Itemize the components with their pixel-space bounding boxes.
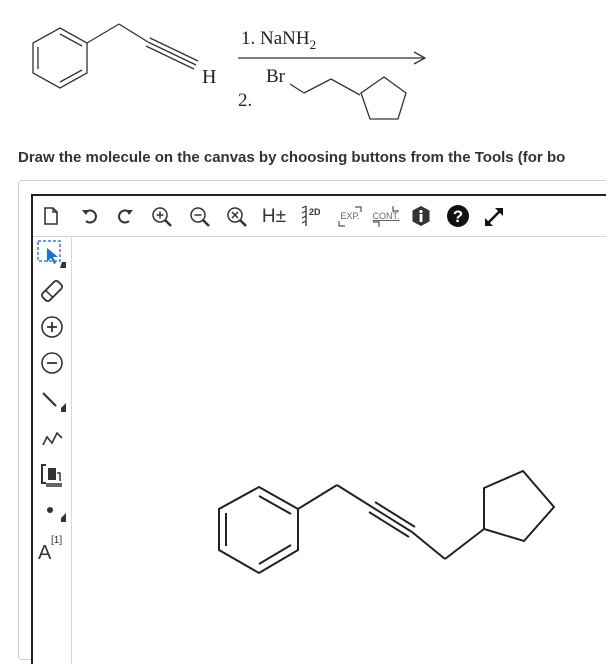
document-icon — [44, 207, 58, 225]
contract-button[interactable]: CONT. — [369, 202, 403, 230]
canvas-benzene-double-bond — [258, 544, 292, 565]
clean-2d-icon: 2D — [301, 205, 321, 226]
contract-label: CONT. — [372, 210, 400, 221]
reagent-cyclopentylethyl-chain — [289, 76, 407, 120]
canvas-single-bond — [336, 484, 373, 508]
radical-dot-icon — [47, 507, 66, 522]
drawing-canvas[interactable] — [72, 237, 606, 664]
clean-2d-label: 2D — [309, 207, 321, 217]
atom-label-letter: A — [38, 542, 52, 563]
zoom-in-button[interactable] — [149, 204, 175, 230]
redo-button[interactable] — [113, 204, 137, 228]
canvas-methylene-bond — [297, 484, 338, 510]
expand-label: EXP. — [340, 210, 360, 221]
redo-icon — [118, 209, 133, 224]
new-document-button[interactable] — [39, 204, 63, 228]
reagent-step-2: 2. — [238, 90, 252, 111]
canvas-benzene-ring — [218, 485, 299, 575]
atom-label-icon: A [1] — [38, 535, 62, 563]
instruction-text: Draw the molecule on the canvas by choos… — [18, 149, 566, 166]
chain-icon — [42, 431, 63, 446]
positive-charge-tool[interactable] — [35, 312, 69, 342]
single-bond-icon — [42, 392, 66, 412]
minus-charge-icon — [41, 352, 63, 374]
molecule-editor: H± 2D EXP. CONT. ? A [1] — [31, 194, 606, 664]
undo-button[interactable] — [78, 204, 102, 228]
eraser-tool[interactable] — [35, 276, 69, 306]
undo-icon — [82, 209, 97, 224]
reaction-scheme: H 1. NaNH2 2. Br — [32, 23, 427, 120]
reactant-hydrogen-atom: H — [202, 66, 216, 88]
svg-text:?: ? — [453, 207, 463, 226]
canvas-single-bond — [444, 528, 485, 560]
canvas-benzene-double-bond — [258, 495, 292, 515]
chain-tool[interactable] — [35, 422, 69, 452]
negative-charge-tool[interactable] — [35, 348, 69, 378]
reactant-benzene-ring — [32, 27, 88, 89]
zoom-out-button[interactable] — [187, 204, 213, 230]
zoom-reset-button[interactable] — [224, 204, 250, 230]
templates-tool[interactable] — [35, 458, 69, 490]
clean-2d-button[interactable]: 2D — [299, 202, 327, 230]
hydrogens-button[interactable]: H± — [259, 204, 289, 230]
canvas-cyclopentane-ring — [483, 469, 556, 543]
help-button[interactable]: ? — [445, 203, 471, 229]
canvas-triple-bond — [374, 501, 416, 528]
expand-button[interactable]: EXP. — [335, 202, 365, 230]
editor-sidebar: A [1] — [33, 236, 72, 664]
help-icon: ? — [447, 205, 469, 227]
select-tool[interactable] — [35, 238, 69, 270]
canvas-single-bond — [411, 531, 446, 560]
bond-tool[interactable] — [35, 384, 69, 416]
contract-bracket-bottom-icon — [373, 220, 380, 227]
reaction-arrow — [238, 51, 427, 65]
zoom-reset-icon — [227, 207, 247, 227]
fullscreen-icon — [485, 208, 503, 226]
hydrogens-label: H± — [261, 206, 287, 227]
reactant-alkyne-chain — [86, 23, 199, 70]
plus-charge-icon — [41, 316, 63, 338]
editor-toolbar: H± 2D EXP. CONT. ? — [33, 196, 606, 237]
reagent-step-1: 1. NaNH2 — [241, 28, 316, 52]
atom-label-tool[interactable]: A [1] — [35, 530, 69, 564]
expand-bracket-bottom-icon — [338, 220, 345, 227]
info-button[interactable] — [409, 204, 433, 228]
zoom-out-icon — [190, 207, 210, 227]
template-ring-icon — [41, 464, 62, 487]
reagent-bromine-atom: Br — [266, 66, 286, 87]
lasso-select-icon — [37, 240, 66, 268]
drawn-molecule — [218, 469, 556, 575]
fullscreen-button[interactable] — [481, 204, 507, 230]
atom-label-index: [1] — [51, 535, 62, 546]
zoom-in-icon — [152, 207, 172, 227]
eraser-icon — [41, 280, 63, 302]
info-icon — [412, 206, 430, 226]
canvas-triple-bond — [368, 511, 410, 538]
radical-tool[interactable] — [35, 496, 69, 526]
canvas-triple-bond — [371, 506, 413, 533]
